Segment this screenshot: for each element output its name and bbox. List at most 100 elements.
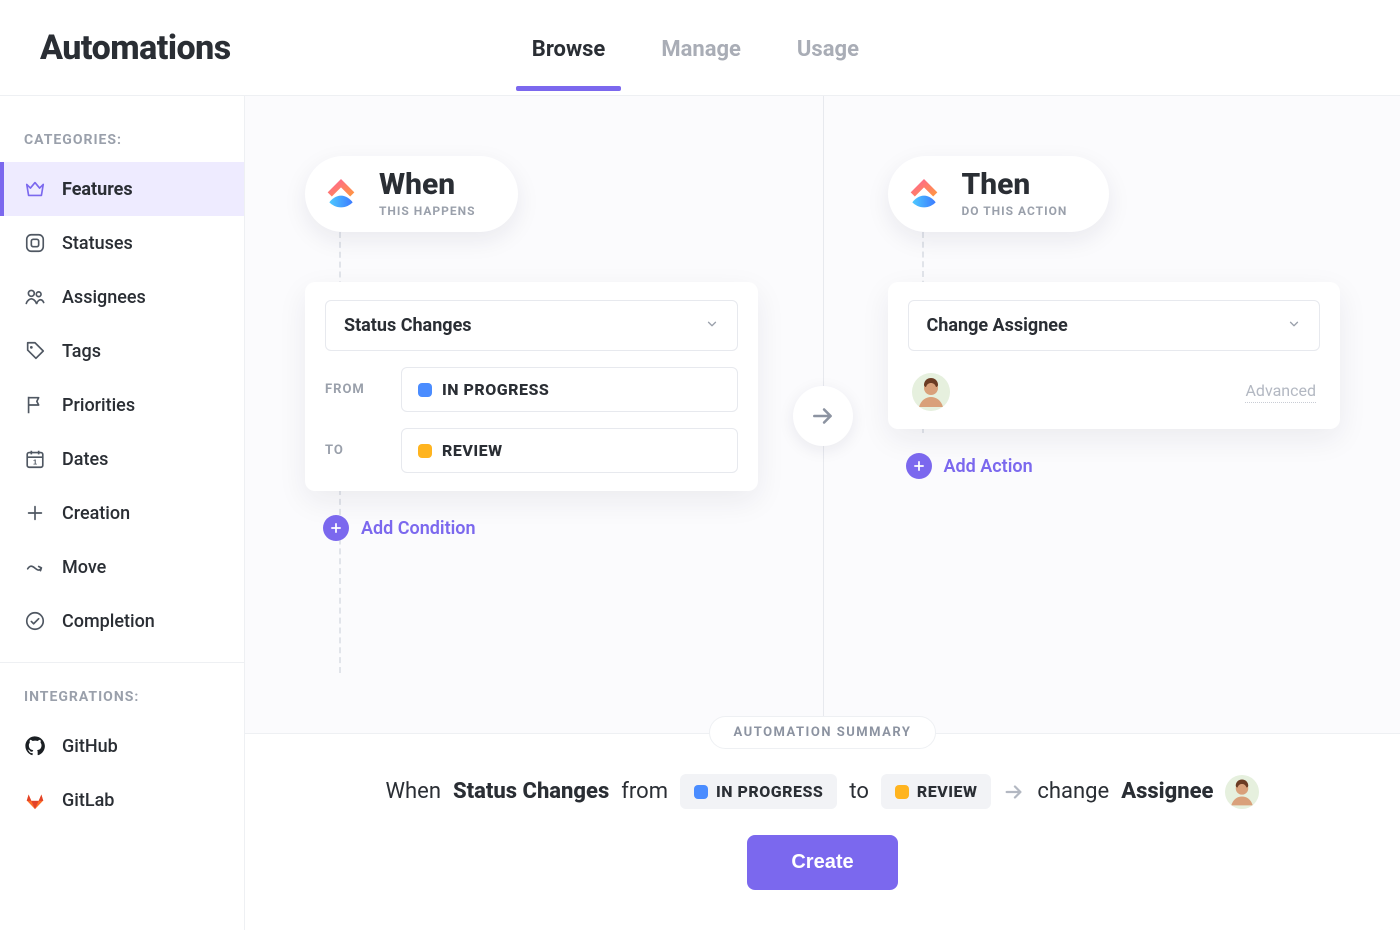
add-condition-button[interactable]: Add Condition (323, 515, 476, 541)
trigger-value: Status Changes (344, 315, 472, 336)
status-color-blue (418, 383, 432, 397)
sidebar-item-priorities[interactable]: Priorities (0, 378, 244, 432)
main: When THIS HAPPENS Status Changes FROM (245, 96, 1400, 930)
flag-icon (24, 394, 46, 416)
integrations-heading: INTEGRATIONS: (0, 681, 244, 719)
tabs: Browse Manage Usage (231, 5, 1160, 90)
sidebar-item-completion[interactable]: Completion (0, 594, 244, 648)
check-circle-icon (24, 610, 46, 632)
sidebar-item-tags[interactable]: Tags (0, 324, 244, 378)
categories-heading: CATEGORIES: (0, 124, 244, 162)
summary-to-status: REVIEW (917, 782, 978, 801)
people-icon (24, 286, 46, 308)
action-card: Change Assignee Advanced (888, 282, 1341, 429)
sidebar-item-creation[interactable]: Creation (0, 486, 244, 540)
sidebar-item-label: Tags (62, 341, 101, 362)
to-label: TO (325, 443, 381, 458)
tab-usage[interactable]: Usage (793, 5, 863, 90)
sidebar-separator (0, 662, 244, 663)
from-status-value: IN PROGRESS (442, 380, 549, 399)
then-subtitle: DO THIS ACTION (962, 204, 1068, 218)
page-title: Automations (40, 28, 231, 68)
sidebar-item-features[interactable]: Features (0, 162, 244, 216)
sidebar-item-label: Priorities (62, 395, 135, 416)
arrow-icon (1003, 781, 1025, 803)
create-button[interactable]: Create (747, 835, 897, 890)
status-icon (24, 232, 46, 254)
status-color-amber (895, 785, 909, 799)
plus-icon (906, 453, 932, 479)
when-title: When (379, 170, 476, 200)
sidebar-item-dates[interactable]: Dates (0, 432, 244, 486)
action-select[interactable]: Change Assignee (908, 300, 1321, 351)
sidebar-item-label: Creation (62, 503, 130, 524)
summary-label: AUTOMATION SUMMARY (709, 716, 937, 749)
header: Automations Browse Manage Usage (0, 0, 1400, 96)
status-color-blue (694, 785, 708, 799)
add-condition-label: Add Condition (361, 518, 476, 539)
tab-manage[interactable]: Manage (657, 5, 745, 90)
from-label: FROM (325, 382, 381, 397)
trigger-card: Status Changes FROM IN PROGRESS (305, 282, 758, 491)
assignee-avatar[interactable] (912, 373, 950, 411)
status-color-amber (418, 444, 432, 458)
add-action-button[interactable]: Add Action (906, 453, 1033, 479)
summary-to-chip: REVIEW (881, 774, 992, 809)
body: CATEGORIES: Features Statuses Assignees … (0, 96, 1400, 930)
when-column: When THIS HAPPENS Status Changes FROM (245, 96, 818, 733)
automation-summary: AUTOMATION SUMMARY When Status Changes f… (245, 733, 1400, 930)
sidebar: CATEGORIES: Features Statuses Assignees … (0, 96, 245, 930)
from-status-select[interactable]: IN PROGRESS (401, 367, 738, 412)
sidebar-item-label: Statuses (62, 233, 133, 254)
sidebar-item-label: Move (62, 557, 106, 578)
summary-object: Assignee (1121, 779, 1213, 804)
summary-when-word: When (386, 779, 441, 804)
summary-to-word: to (849, 779, 869, 804)
sidebar-item-label: Features (62, 179, 133, 200)
sidebar-item-move[interactable]: Move (0, 540, 244, 594)
sidebar-item-label: GitHub (62, 736, 118, 757)
move-icon (24, 556, 46, 578)
arrow-icon (793, 386, 853, 446)
when-subtitle: THIS HAPPENS (379, 204, 476, 218)
advanced-link[interactable]: Advanced (1245, 381, 1316, 403)
summary-from-status: IN PROGRESS (716, 782, 823, 801)
then-header: Then DO THIS ACTION (888, 156, 1110, 232)
github-icon (24, 735, 46, 757)
summary-change-word: change (1037, 779, 1109, 804)
then-title: Then (962, 170, 1068, 200)
to-status-select[interactable]: REVIEW (401, 428, 738, 473)
to-status-value: REVIEW (442, 441, 503, 460)
sidebar-item-label: Dates (62, 449, 108, 470)
chevron-down-icon (1287, 315, 1301, 336)
trigger-select[interactable]: Status Changes (325, 300, 738, 351)
clickup-logo-icon (321, 174, 361, 214)
summary-sentence: When Status Changes from IN PROGRESS to … (275, 774, 1370, 809)
summary-avatar (1225, 775, 1259, 809)
gitlab-icon (24, 789, 46, 811)
sidebar-item-label: Assignees (62, 287, 146, 308)
clickup-logo-icon (904, 174, 944, 214)
action-value: Change Assignee (927, 315, 1068, 336)
add-action-label: Add Action (944, 456, 1033, 477)
sidebar-item-assignees[interactable]: Assignees (0, 270, 244, 324)
tab-browse[interactable]: Browse (528, 5, 610, 90)
chevron-down-icon (705, 315, 719, 336)
summary-from-chip: IN PROGRESS (680, 774, 837, 809)
sidebar-item-label: GitLab (62, 790, 114, 811)
crown-icon (24, 178, 46, 200)
sidebar-item-github[interactable]: GitHub (0, 719, 244, 773)
sidebar-item-gitlab[interactable]: GitLab (0, 773, 244, 827)
plus-outline-icon (24, 502, 46, 524)
summary-trigger: Status Changes (453, 779, 609, 804)
builder: When THIS HAPPENS Status Changes FROM (245, 96, 1400, 733)
when-header: When THIS HAPPENS (305, 156, 518, 232)
plus-icon (323, 515, 349, 541)
summary-from-word: from (621, 779, 668, 804)
tag-icon (24, 340, 46, 362)
app-root: Automations Browse Manage Usage CATEGORI… (0, 0, 1400, 930)
then-column: Then DO THIS ACTION Change Assignee Adva… (818, 96, 1400, 733)
sidebar-item-statuses[interactable]: Statuses (0, 216, 244, 270)
sidebar-item-label: Completion (62, 611, 155, 632)
calendar-icon (24, 448, 46, 470)
